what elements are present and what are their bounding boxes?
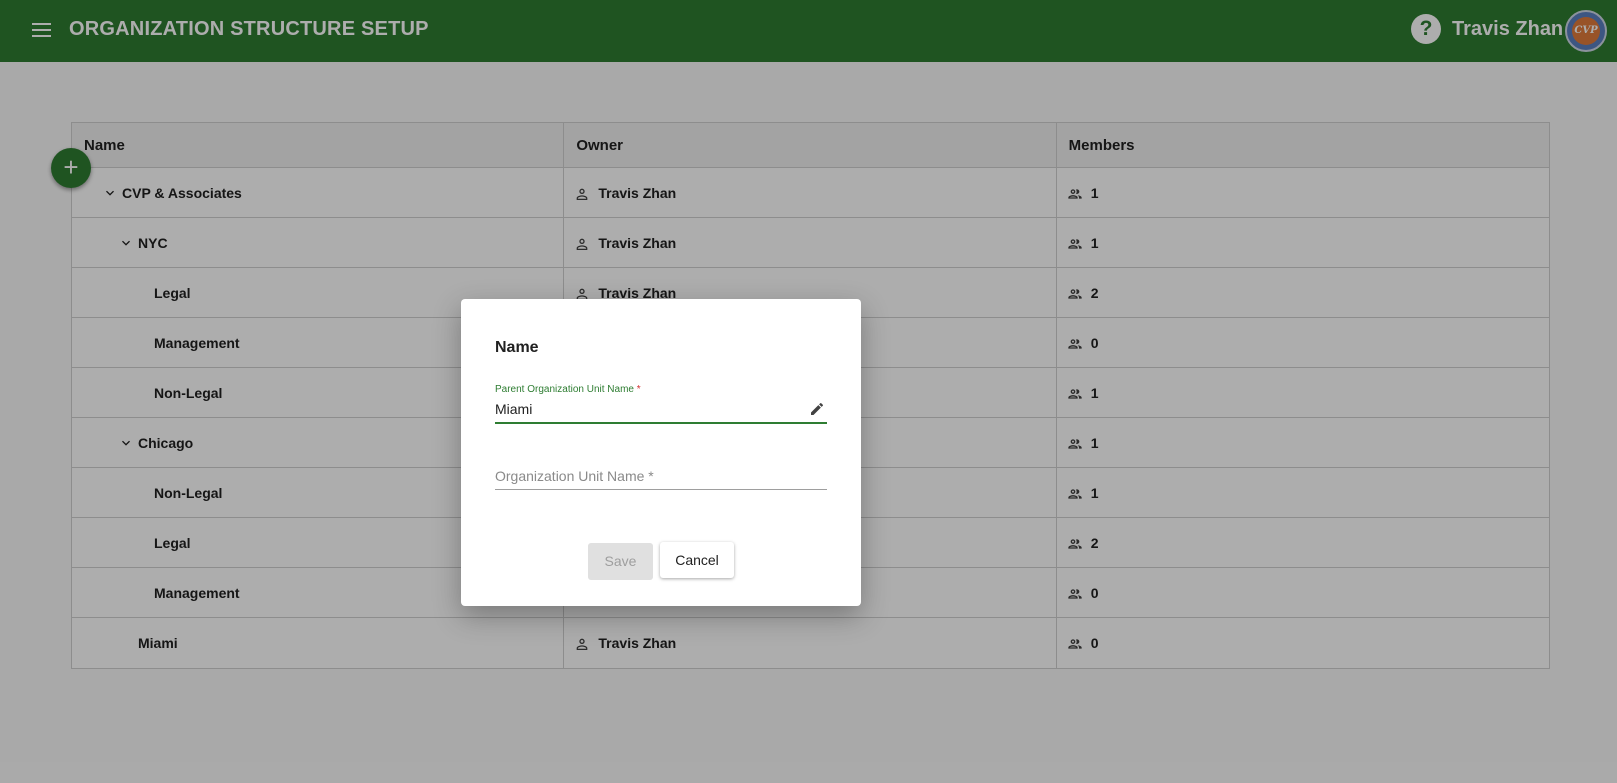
unit-name-underline	[495, 489, 827, 490]
parent-field-underline	[495, 422, 827, 424]
parent-unit-field[interactable]: Miami	[495, 401, 532, 417]
parent-field-label: Parent Organization Unit Name *	[495, 384, 641, 395]
save-button[interactable]: Save	[588, 543, 653, 580]
unit-name-input[interactable]	[495, 464, 827, 488]
add-unit-dialog: Name Parent Organization Unit Name * Mia…	[461, 299, 861, 606]
pencil-icon[interactable]	[809, 401, 825, 417]
cancel-button[interactable]: Cancel	[660, 542, 734, 578]
dialog-title: Name	[495, 339, 539, 356]
